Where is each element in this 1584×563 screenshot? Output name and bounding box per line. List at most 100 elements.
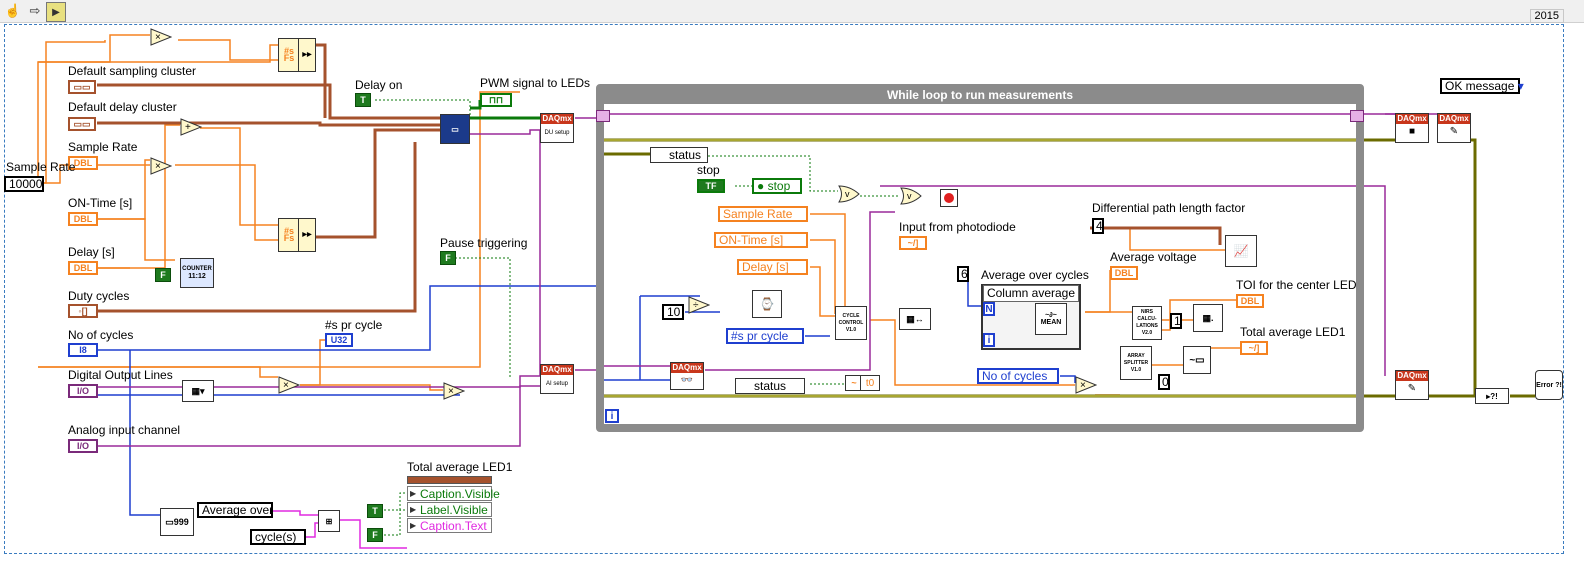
stop-loop-terminal[interactable] <box>940 189 958 207</box>
array-splitter-subvi[interactable]: ARRAY SPLITTER V1.0 <box>1120 346 1152 380</box>
shift-register-right[interactable] <box>1350 110 1364 122</box>
column-average-selector[interactable]: Column average <box>983 285 1079 302</box>
on-time-label: ON-Time [s] <box>68 196 133 210</box>
constant-10[interactable]: 10 <box>662 304 684 320</box>
nirs-calculations-subvi[interactable]: NIRS CALCU-LATIONS V2.0 <box>1132 306 1162 340</box>
toi-center-led-terminal[interactable]: DBL <box>1236 294 1264 308</box>
no-of-cycles-local[interactable]: No of cycles <box>977 368 1059 384</box>
constant-0[interactable]: 0 <box>1158 374 1170 390</box>
stop-local-var[interactable]: ● stop <box>752 178 802 194</box>
bundle-fs-label-2: Fs <box>283 233 295 243</box>
graph-indicator[interactable]: 📈 <box>1225 235 1257 267</box>
multiply-node-2[interactable]: × <box>150 157 172 175</box>
svg-text:v: v <box>845 189 850 199</box>
average-voltage-label: Average voltage <box>1110 250 1197 264</box>
bundle-delay-arrows: ▶▶ <box>298 218 316 252</box>
delay-on-constant[interactable]: T <box>355 93 371 107</box>
delay-on-label: Delay on <box>355 78 403 92</box>
constant-4[interactable]: 4 <box>1092 218 1104 234</box>
divide-node[interactable]: ÷ <box>688 296 710 314</box>
delay-terminal[interactable]: DBL <box>68 261 98 275</box>
prop-caption-visible[interactable]: Caption.Visible <box>407 486 500 501</box>
array-index-subvi[interactable]: ▦▾ <box>182 380 214 402</box>
or-node-1[interactable]: v <box>838 185 860 203</box>
daqmx-ai-setup[interactable]: DAQmx AI setup <box>540 364 574 394</box>
t0-terminal[interactable]: t0 <box>860 375 880 391</box>
ok-message-text: OK message <box>1445 79 1515 93</box>
multiply-node-5[interactable]: × <box>1075 376 1097 394</box>
sample-rate-local[interactable]: Sample Rate <box>718 206 808 222</box>
multiply-node-3[interactable]: × <box>278 376 300 394</box>
input-from-photodiode-terminal[interactable]: ~/] <box>899 236 927 250</box>
daqmx-read-header: DAQmx <box>671 363 703 373</box>
status-unbundle-1[interactable]: status <box>650 147 708 163</box>
constant-6[interactable]: 6 <box>957 266 969 282</box>
bundle-sampling-node[interactable]: #s Fs <box>278 38 300 72</box>
counter-label: COUNTER <box>182 266 212 272</box>
average-over-string[interactable]: Average over <box>197 502 273 518</box>
pause-triggering-label: Pause triggering <box>440 236 528 250</box>
bundle-delay-node[interactable]: #s Fs <box>278 218 300 252</box>
reshape-array-subvi[interactable]: ▦↔ <box>899 308 931 330</box>
number-to-string-subvi[interactable]: ▭999 <box>160 508 194 536</box>
daqmx-du-setup[interactable]: DAQmx DU setup <box>540 113 574 143</box>
delay-local[interactable]: Delay [s] <box>737 259 808 275</box>
sample-rate-constant[interactable]: 10000 <box>4 176 44 192</box>
for-loop-i-terminal: i <box>983 333 995 347</box>
add-node[interactable]: + <box>180 118 202 136</box>
counter-subvi[interactable]: COUNTER 11:12 <box>180 258 214 288</box>
daqmx-clear-task[interactable]: DAQmx ✎ <box>1437 113 1471 143</box>
daqmx-du-header: DAQmx <box>541 114 573 124</box>
daqmx-read[interactable]: DAQmx 👓 <box>670 362 704 390</box>
ok-message-ring[interactable]: OK message ▾ <box>1440 78 1524 94</box>
multiply-node-1[interactable]: × <box>150 28 172 46</box>
default-sampling-cluster-label: Default sampling cluster <box>68 64 197 78</box>
prop-caption-text[interactable]: Caption.Text <box>407 518 492 533</box>
total-average-led1-terminal[interactable]: ~/] <box>1240 341 1268 355</box>
error-handler-subvi[interactable]: Error ?! <box>1535 370 1563 400</box>
daqmx-stop-task[interactable]: DAQmx ■ <box>1395 113 1429 143</box>
duty-cycles-terminal[interactable]: ◦[] <box>68 304 98 318</box>
index-array-subvi[interactable]: ▦. <box>1193 304 1223 332</box>
daqmx-clear-header: DAQmx <box>1438 114 1470 124</box>
svg-text:v: v <box>907 191 912 201</box>
svg-text:+: + <box>185 122 191 133</box>
false-constant-counter[interactable]: F <box>155 268 171 282</box>
cycles-string[interactable]: cycle(s) <box>250 529 306 545</box>
or-node-2[interactable]: v <box>900 187 922 205</box>
delay-label: Delay [s] <box>68 245 115 259</box>
constant-1[interactable]: 1 <box>1170 313 1182 329</box>
sample-rate-local-text: Sample Rate <box>723 207 793 221</box>
shift-register-left[interactable] <box>596 110 610 122</box>
cycle-control-subvi[interactable]: CYCLE CONTROL V1.0 <box>835 306 867 340</box>
pause-triggering-constant[interactable]: F <box>440 251 456 265</box>
average-voltage-terminal[interactable]: DBL <box>1110 266 1138 280</box>
false-constant-label[interactable]: F <box>367 528 383 542</box>
svg-text:×: × <box>283 380 289 391</box>
true-constant-caption[interactable]: T <box>367 504 383 518</box>
default-delay-cluster-terminal[interactable]: ▭▭ <box>68 117 96 131</box>
samples-pr-cycle-local[interactable]: #s pr cycle <box>726 328 804 344</box>
merge-errors-node[interactable]: ▸?! <box>1475 388 1509 404</box>
status-unbundle-2[interactable]: status <box>735 378 805 394</box>
stop-terminal[interactable]: TF <box>697 179 725 193</box>
samples-pr-cycle-terminal[interactable]: U32 <box>325 333 353 347</box>
daqmx-clear-ai[interactable]: DAQmx ✎ <box>1395 370 1429 400</box>
analog-input-channel-terminal[interactable]: I/O <box>68 439 98 453</box>
prop-label-visible[interactable]: Label.Visible <box>407 502 492 517</box>
mean-subvi[interactable]: ~∂~ MEAN <box>1035 303 1067 335</box>
pwm-generator-subvi[interactable]: ▭ <box>440 114 470 144</box>
concatenate-strings-node[interactable]: ⊞ <box>318 510 340 532</box>
on-time-local[interactable]: ON-Time [s] <box>714 232 808 248</box>
daqmx-read-body: 👓 <box>680 375 694 386</box>
default-sampling-cluster-terminal[interactable]: ▭▭ <box>68 80 96 94</box>
waveform-stats-subvi[interactable]: ~▭ <box>1183 346 1211 374</box>
on-time-terminal[interactable]: DBL <box>68 212 98 226</box>
wait-ms-subvi[interactable]: ⌚ <box>752 290 782 318</box>
digital-output-lines-terminal[interactable]: I/O <box>68 384 98 398</box>
toi-center-led-label: TOI for the center LED <box>1236 278 1357 292</box>
multiply-node-4[interactable]: × <box>443 382 465 400</box>
svg-text:×: × <box>155 161 161 172</box>
no-of-cycles-terminal[interactable]: I8 <box>68 343 98 357</box>
pwm-signal-terminal[interactable]: ⊓⊓ <box>480 93 512 107</box>
